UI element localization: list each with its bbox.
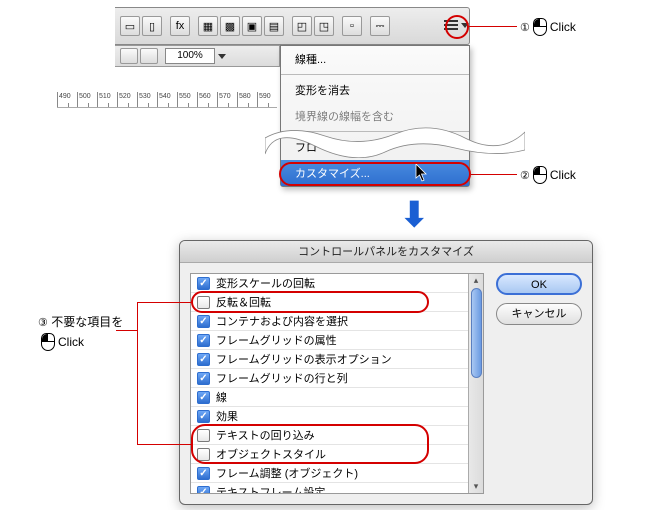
ruler-tick: 580 [237, 92, 257, 107]
ruler: 490 500 510 520 530 540 550 560 570 580 … [57, 92, 277, 108]
callout-line [137, 302, 191, 303]
zoom-field[interactable]: 100% [165, 48, 215, 64]
annotation-text: 不要な項目を [51, 315, 123, 329]
torn-paper-effect [265, 124, 525, 158]
menu-item-clear-transform[interactable]: 変形を消去 [281, 77, 469, 103]
callout-line [471, 174, 517, 175]
scroll-down-icon[interactable]: ▾ [469, 480, 483, 493]
ruler-tick: 520 [117, 92, 137, 107]
list-item[interactable]: 線 [191, 388, 483, 407]
callout-line [137, 302, 138, 445]
annotation-text: Click [550, 168, 576, 182]
tool-icon[interactable]: ▩ [220, 16, 240, 36]
scrollbar[interactable]: ▴ ▾ [468, 274, 483, 493]
tool-icon[interactable]: ⎓ [370, 16, 390, 36]
ruler-tick: 550 [177, 92, 197, 107]
list-item[interactable]: フレームグリッドの属性 [191, 331, 483, 350]
list-item[interactable]: フレームグリッドの行と列 [191, 369, 483, 388]
ruler-tick: 510 [97, 92, 117, 107]
menu-separator [281, 74, 469, 75]
list-item-label: 変形スケールの回転 [216, 275, 315, 291]
annotation-number: ③ [38, 316, 48, 329]
annotation-1: ① Click [520, 18, 576, 36]
list-item-label: フレームグリッドの属性 [216, 332, 337, 348]
checkbox-icon[interactable] [197, 353, 210, 366]
mouse-click-icon [41, 333, 55, 351]
annotation-number: ① [520, 21, 530, 34]
tool-icon[interactable]: ▤ [264, 16, 284, 36]
dialog-buttons: OK キャンセル [484, 273, 582, 494]
tool-icon[interactable]: ◳ [314, 16, 334, 36]
list-item-label: コンテナおよび内容を選択 [216, 313, 348, 329]
dialog-title: コントロールパネルをカスタマイズ [180, 241, 592, 263]
list-item-label: フレームグリッドの表示オプション [216, 351, 392, 367]
list-item-label: フレーム調整 (オブジェクト) [216, 465, 358, 481]
list-item[interactable]: テキストフレーム設定 [191, 483, 483, 494]
list-item-label: 線 [216, 389, 227, 405]
checkbox-icon[interactable] [197, 334, 210, 347]
annotation-3: ③ 不要な項目を Click [38, 313, 123, 351]
callout-oval-2 [279, 162, 471, 186]
list-item-label: 効果 [216, 408, 238, 424]
scroll-up-icon[interactable]: ▴ [469, 274, 483, 287]
callout-circle-1 [445, 15, 469, 39]
annotation-text: Click [58, 335, 84, 349]
callout-line [469, 26, 517, 27]
checkbox-icon[interactable] [197, 410, 210, 423]
callout-oval-3b [191, 424, 429, 464]
control-panel-toolbar: ▭ ▯ fx ▦ ▩ ▣ ▤ ◰ ◳ ▫ ⎓ [115, 7, 470, 45]
view-mode-button[interactable] [140, 48, 158, 64]
menu-item-stroke-style[interactable]: 線種... [281, 46, 469, 72]
tool-icon[interactable]: ▭ [120, 16, 140, 36]
annotation-number: ② [520, 169, 530, 182]
cancel-button[interactable]: キャンセル [496, 303, 582, 325]
checkbox-icon[interactable] [197, 277, 210, 290]
checkbox-icon[interactable] [197, 486, 210, 495]
ruler-tick: 590 [257, 92, 277, 107]
ruler-tick: 560 [197, 92, 217, 107]
list-item[interactable]: フレーム調整 (オブジェクト) [191, 464, 483, 483]
list-item-label: フレームグリッドの行と列 [216, 370, 348, 386]
tool-icon[interactable]: fx [170, 16, 190, 36]
mouse-click-icon [533, 166, 547, 184]
checkbox-icon[interactable] [197, 315, 210, 328]
tool-icon[interactable]: ▦ [198, 16, 218, 36]
zoom-dropdown-icon[interactable] [218, 54, 226, 59]
list-item-label: テキストフレーム設定 [216, 484, 325, 494]
list-item[interactable]: コンテナおよび内容を選択 [191, 312, 483, 331]
checkbox-icon[interactable] [197, 372, 210, 385]
tool-icon[interactable]: ▣ [242, 16, 262, 36]
tool-icon[interactable]: ▫ [342, 16, 362, 36]
ok-button[interactable]: OK [496, 273, 582, 295]
callout-oval-3a [191, 291, 429, 313]
tool-icon[interactable]: ▯ [142, 16, 162, 36]
flow-arrow-icon: ⬇ [400, 198, 429, 232]
ruler-tick: 500 [77, 92, 97, 107]
customize-control-panel-dialog: コントロールパネルをカスタマイズ 変形スケールの回転 反転＆回転 コンテナおよび… [179, 240, 593, 505]
tool-icon[interactable]: ◰ [292, 16, 312, 36]
view-mode-button[interactable] [120, 48, 138, 64]
scrollbar-thumb[interactable] [471, 288, 482, 378]
ruler-tick: 530 [137, 92, 157, 107]
zoom-toolbar: 100% [115, 45, 280, 67]
checkbox-icon[interactable] [197, 467, 210, 480]
list-item[interactable]: フレームグリッドの表示オプション [191, 350, 483, 369]
ruler-tick: 570 [217, 92, 237, 107]
annotation-2: ② Click [520, 166, 576, 184]
annotation-text: Click [550, 20, 576, 34]
ruler-tick: 540 [157, 92, 177, 107]
ruler-tick: 490 [57, 92, 77, 107]
checkbox-icon[interactable] [197, 391, 210, 404]
callout-line [137, 444, 191, 445]
mouse-click-icon [533, 18, 547, 36]
